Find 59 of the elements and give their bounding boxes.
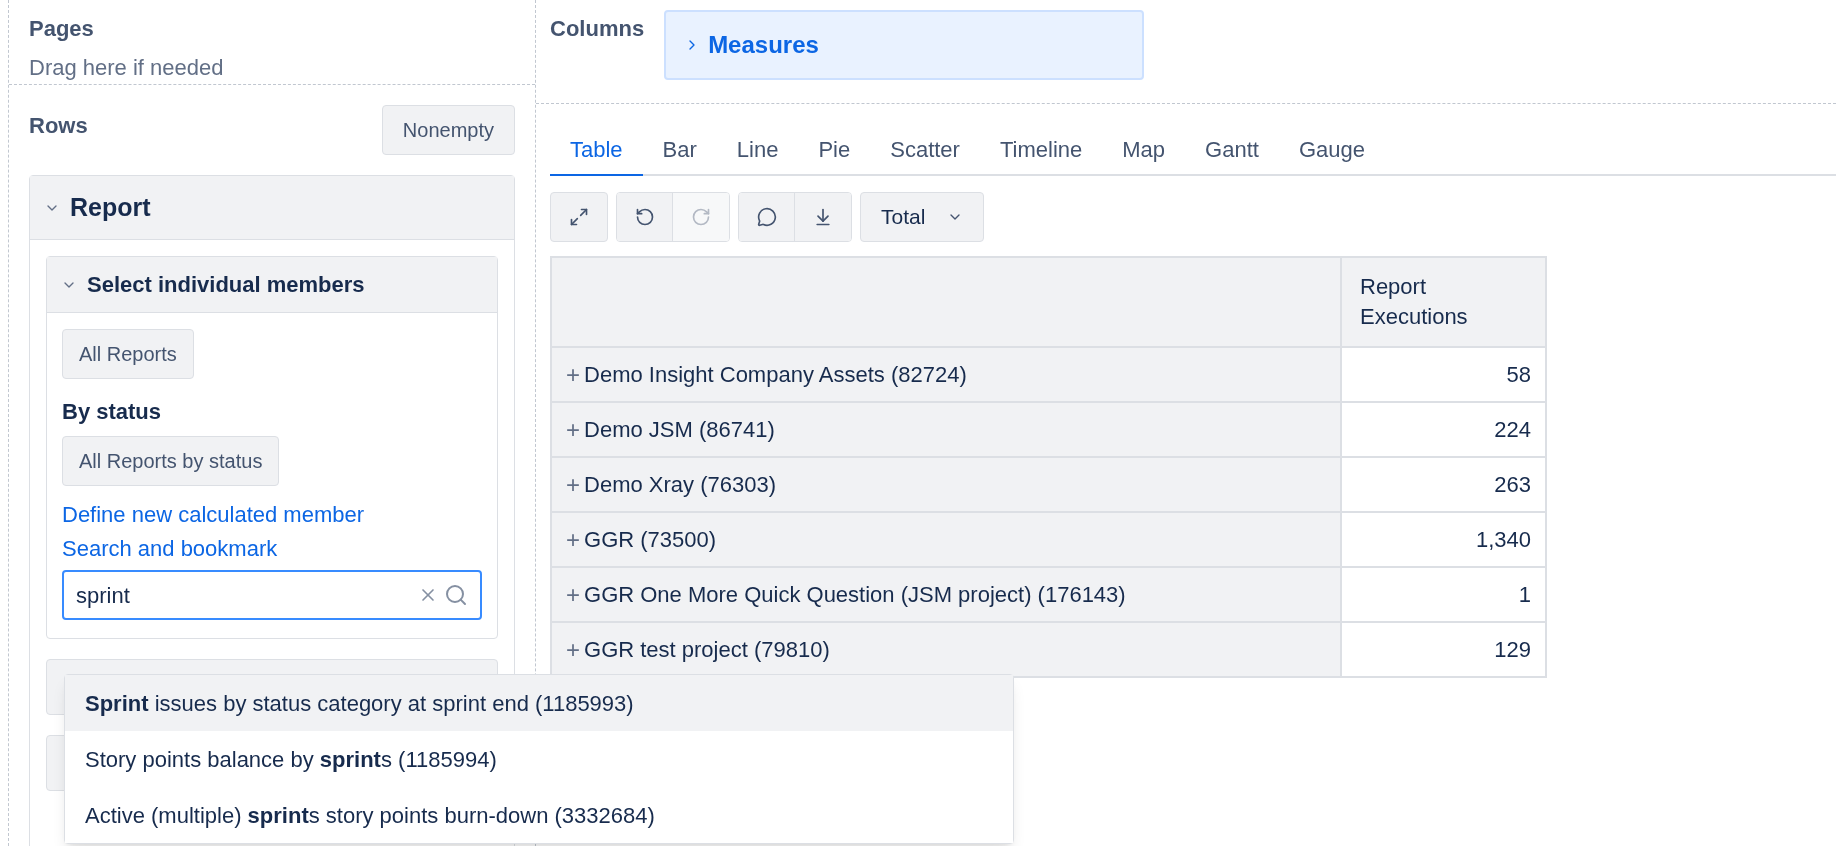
fullscreen-button[interactable] — [550, 192, 608, 242]
rows-title: Rows — [29, 112, 88, 140]
table-cell: 129 — [1341, 622, 1546, 677]
all-reports-by-status-button[interactable]: All Reports by status — [62, 436, 280, 486]
link[interactable]: Define new calculated member — [62, 498, 365, 532]
expand-toggle[interactable]: + — [566, 411, 580, 448]
redo-icon — [691, 207, 711, 227]
undo-button[interactable] — [617, 193, 673, 241]
search-field[interactable]: sprint — [62, 570, 482, 620]
expand-icon — [569, 207, 589, 227]
expand-toggle[interactable]: + — [566, 576, 580, 613]
pages-hint: Drag here if needed — [29, 54, 224, 82]
comment-button[interactable] — [739, 193, 795, 241]
download-icon — [813, 207, 833, 227]
chart-tab[interactable]: Table — [550, 124, 643, 176]
chart-tab[interactable]: Map — [1102, 124, 1186, 176]
columns-title: Columns — [550, 15, 645, 43]
table-cell: 224 — [1341, 402, 1546, 457]
expand-toggle[interactable]: + — [566, 466, 580, 503]
report-panel-header[interactable]: Report — [30, 176, 514, 240]
table-cell: 1 — [1341, 567, 1546, 622]
chart-tab[interactable]: Timeline — [979, 124, 1103, 176]
total-dropdown[interactable]: Total — [860, 192, 985, 242]
row-header: GGR test project (79810) — [584, 636, 830, 664]
row-header: Demo Xray (76303) — [584, 471, 776, 499]
suggestion-item[interactable]: Sprint issues by status category at sprint end (1185993) — [65, 675, 1013, 731]
table-cell: 58 — [1341, 347, 1546, 402]
speech-bubble-icon — [756, 207, 777, 227]
nonempty-button[interactable]: Nonempty — [381, 105, 515, 155]
row-header: Demo Insight Company Assets (82724) — [584, 361, 967, 389]
chart-tab[interactable]: Bar — [642, 124, 717, 176]
expand-toggle[interactable]: + — [566, 521, 580, 558]
chart-tab[interactable]: Scatter — [870, 124, 980, 176]
pages-title: Pages — [29, 15, 94, 43]
all-reports-button[interactable]: All Reports — [62, 329, 194, 379]
members-panel-header[interactable]: Select individual members — [47, 257, 497, 313]
download-button[interactable] — [795, 193, 851, 241]
table-cell: 263 — [1341, 457, 1546, 512]
expand-toggle[interactable]: + — [566, 356, 580, 393]
row-header: GGR One More Quick Question (JSM project) (176143) — [584, 581, 1126, 609]
link[interactable]: Search and bookmark — [62, 532, 278, 566]
undo-icon — [634, 207, 655, 227]
measures-chip[interactable]: Measures — [664, 10, 1145, 80]
row-header: GGR (73500) — [584, 526, 717, 554]
chart-tab[interactable]: Line — [716, 124, 799, 176]
suggestion-item[interactable]: Active (multiple) sprints story points burn-down (3332684) — [65, 787, 1013, 843]
search-input[interactable]: sprint — [76, 578, 412, 612]
by-status-label: By status — [62, 398, 162, 426]
chart-tab[interactable]: Gantt — [1185, 124, 1279, 176]
table-cell: 1,340 — [1341, 512, 1546, 567]
members-title: Select individual members — [87, 271, 365, 299]
expand-toggle[interactable]: + — [566, 631, 580, 668]
suggestion-item[interactable]: Story points balance by sprints (1185994) — [65, 731, 1013, 787]
row-header: Demo JSM (86741) — [584, 416, 775, 444]
chart-tab[interactable]: Gauge — [1278, 124, 1385, 176]
chart-tab[interactable]: Pie — [798, 124, 871, 176]
search-icon[interactable] — [444, 583, 468, 607]
column-header: Report Executions — [1341, 257, 1546, 347]
report-title: Report — [70, 191, 151, 223]
